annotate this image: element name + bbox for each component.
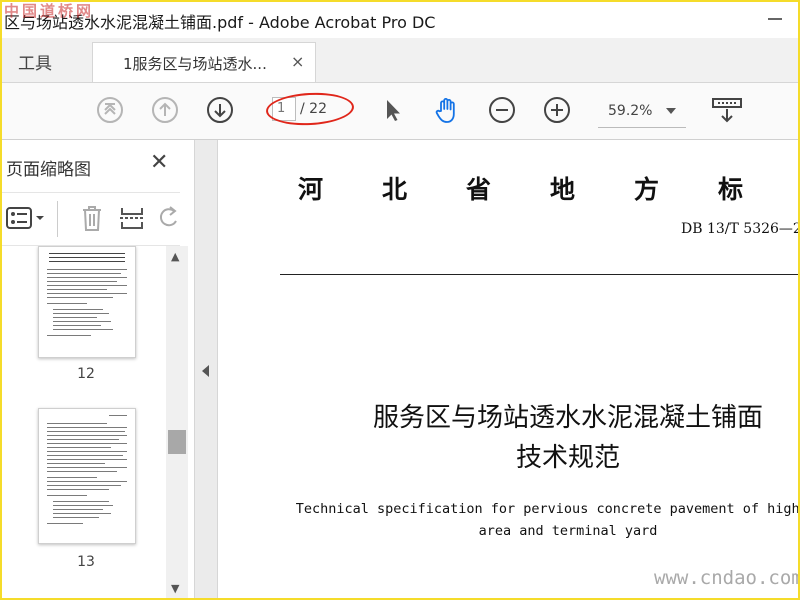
rotate-icon[interactable] xyxy=(158,205,180,231)
watermark-top: 中国道桥网 xyxy=(4,2,95,20)
thumbnail-label: 12 xyxy=(77,366,95,382)
english-line-1: Technical specification for pervious con… xyxy=(295,501,800,517)
header-char: 河 xyxy=(298,175,324,204)
panel-close-icon[interactable]: ✕ xyxy=(150,150,168,175)
thumbnail-page-13[interactable] xyxy=(38,408,136,544)
zoom-dropdown[interactable]: 59.2% xyxy=(598,95,686,128)
english-title: Technical specification for pervious con… xyxy=(268,498,800,542)
title-line-1: 服务区与场站透水水泥混凝土铺面 xyxy=(372,403,763,433)
trash-icon[interactable] xyxy=(80,204,104,232)
tab-tools[interactable]: 工具 xyxy=(0,38,90,82)
thumbnail-page-12[interactable] xyxy=(38,246,136,358)
select-cursor-icon[interactable] xyxy=(378,95,408,125)
standard-code: DB 13/T 5326—2 xyxy=(681,221,800,237)
next-page-icon[interactable] xyxy=(205,95,235,125)
header-char: 北 xyxy=(382,175,408,204)
tab-document-label: 1服务区与场站透水... xyxy=(123,55,267,73)
extract-pages-icon[interactable] xyxy=(118,204,146,232)
watermark-bottom: www.cndao.com xyxy=(654,567,800,589)
header-char: 标 xyxy=(718,175,744,204)
zoom-in-icon[interactable] xyxy=(542,95,572,125)
tab-document[interactable]: 1服务区与场站透水... × xyxy=(92,42,316,82)
thumbnail-panel: 页面缩略图 ✕ 12 13 ▲ ▼ xyxy=(0,140,195,600)
thumbnail-label: 13 xyxy=(77,554,95,570)
title-line-2: 技术规范 xyxy=(515,443,620,473)
prev-page-icon[interactable] xyxy=(150,95,180,125)
header-char: 省 xyxy=(466,175,492,204)
panel-title: 页面缩略图 xyxy=(6,160,91,180)
title-bar: 区与场站透水水泥混凝土铺面.pdf - Adobe Acrobat Pro DC… xyxy=(0,0,800,38)
toolbar: 1 / 22 59.2% xyxy=(0,83,800,140)
chevron-down-icon xyxy=(666,108,676,114)
zoom-value: 59.2% xyxy=(608,103,653,119)
header-rule xyxy=(280,274,800,275)
page-display-icon[interactable] xyxy=(712,95,742,125)
divider xyxy=(57,201,58,237)
thumbnail-scrollbar[interactable]: ▲ ▼ xyxy=(166,246,188,600)
minimize-button[interactable] xyxy=(768,18,782,20)
scrollbar-thumb[interactable] xyxy=(168,430,186,454)
english-line-2: area and terminal yard xyxy=(478,523,658,539)
thumbnail-list: 12 13 xyxy=(0,246,166,600)
document-view[interactable]: 河 北 省 地 方 标 DB 13/T 5326—2 服务区与场站透水水泥混凝土… xyxy=(218,140,800,600)
scroll-down-icon[interactable]: ▼ xyxy=(171,582,179,595)
scroll-up-icon[interactable]: ▲ xyxy=(171,250,179,263)
document-title: 服务区与场站透水水泥混凝土铺面 技术规范 xyxy=(278,398,800,478)
first-page-icon[interactable] xyxy=(95,95,125,125)
panel-collapse-strip[interactable] xyxy=(195,140,218,600)
tab-bar: 工具 1服务区与场站透水... × xyxy=(0,38,800,83)
tab-tools-label: 工具 xyxy=(18,54,52,74)
panel-toolbar xyxy=(0,192,180,246)
header-char: 地 xyxy=(550,175,576,204)
hand-tool-icon[interactable] xyxy=(432,95,462,125)
options-menu-icon[interactable] xyxy=(6,205,48,231)
tab-close-icon[interactable]: × xyxy=(291,52,304,71)
header-char: 方 xyxy=(634,175,660,204)
collapse-arrow-icon[interactable] xyxy=(202,365,209,377)
zoom-out-icon[interactable] xyxy=(487,95,517,125)
